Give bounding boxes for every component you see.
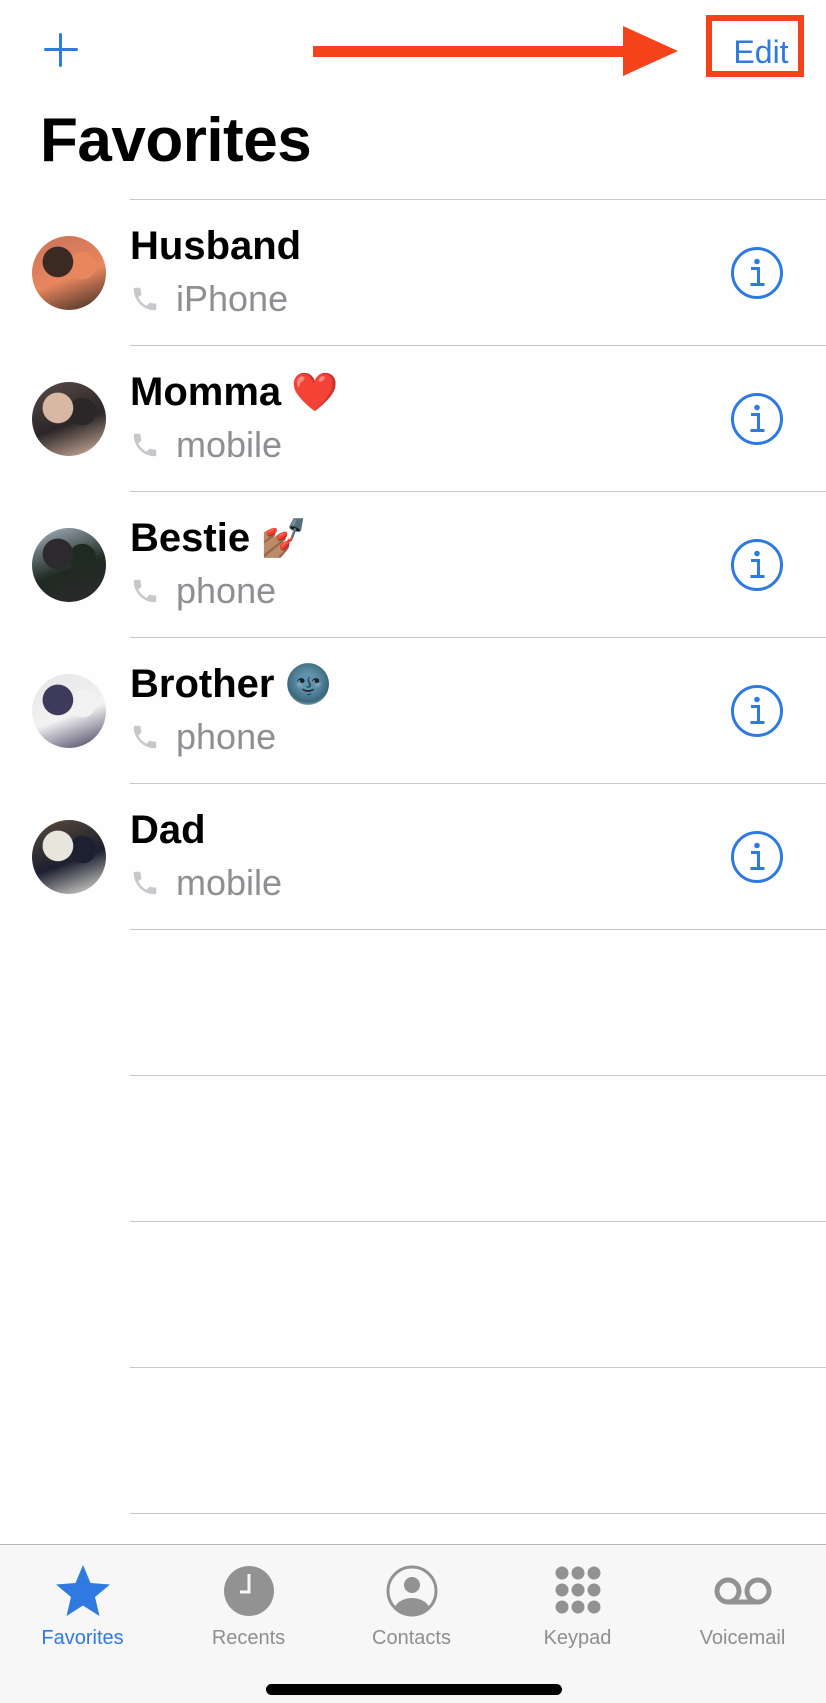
empty-row: [0, 930, 826, 1075]
annotation-arrow: [313, 26, 678, 76]
add-favorite-button[interactable]: [44, 33, 78, 67]
voicemail-icon: [713, 1561, 773, 1621]
home-indicator[interactable]: [266, 1684, 562, 1695]
contact-phone-label: mobile: [130, 424, 282, 466]
avatar: [32, 382, 106, 456]
favorite-row[interactable]: Momma ❤️ mobile: [0, 346, 826, 491]
contact-name: Bestie 💅🏽: [130, 516, 307, 561]
avatar: [32, 674, 106, 748]
tab-label: Recents: [211, 1627, 286, 1649]
edit-button[interactable]: Edit: [706, 15, 816, 89]
name-emoji: 🌚: [284, 664, 332, 706]
keypad-icon: [548, 1561, 608, 1621]
contact-icon: [382, 1561, 442, 1621]
contact-name-text: Husband: [130, 224, 302, 268]
favorite-row[interactable]: Brother 🌚 phone: [0, 638, 826, 783]
tab-label: Voicemail: [699, 1627, 786, 1649]
name-emoji: ❤️: [291, 372, 339, 414]
favorite-row[interactable]: Dad mobile: [0, 784, 826, 929]
tab-contacts[interactable]: Contacts: [329, 1553, 494, 1653]
phone-icon: [133, 433, 157, 457]
phone-icon: [133, 287, 157, 311]
tab-label: Favorites: [41, 1627, 124, 1649]
avatar: [32, 236, 106, 310]
contact-phone-label: iPhone: [130, 278, 288, 320]
empty-row: [0, 1368, 826, 1513]
tab-recents[interactable]: Recents: [166, 1553, 331, 1653]
clock-icon: [219, 1561, 279, 1621]
tab-voicemail[interactable]: Voicemail: [660, 1553, 825, 1653]
info-button[interactable]: [729, 829, 785, 885]
avatar: [32, 820, 106, 894]
phone-icon: [133, 725, 157, 749]
name-emoji: 💅🏽: [260, 518, 308, 560]
contact-name-text: Dad: [130, 808, 206, 852]
contact-name-text: Brother: [130, 662, 275, 706]
tab-bar: Favorites Recents Contacts Keypad Voicem…: [0, 1544, 826, 1703]
contact-name: Dad: [130, 808, 206, 853]
row-divider: [130, 1513, 826, 1514]
avatar: [32, 528, 106, 602]
info-button[interactable]: [729, 391, 785, 447]
star-icon: [53, 1561, 113, 1621]
phone-icon: [133, 579, 157, 603]
contact-phone-label: phone: [130, 716, 276, 758]
contact-name: Brother 🌚: [130, 662, 332, 707]
favorite-row[interactable]: Bestie 💅🏽 phone: [0, 492, 826, 637]
info-button[interactable]: [729, 537, 785, 593]
page-title: Favorites: [40, 106, 312, 175]
phone-icon: [133, 871, 157, 895]
contact-phone-label: phone: [130, 570, 276, 612]
navigation-bar: Edit: [0, 0, 826, 100]
tab-label: Contacts: [372, 1627, 451, 1649]
info-button[interactable]: [729, 683, 785, 739]
tab-keypad[interactable]: Keypad: [495, 1553, 660, 1653]
tab-label: Keypad: [543, 1627, 612, 1649]
contact-name: Momma ❤️: [130, 370, 338, 415]
favorites-list: Husband iPhone Momma❤️ mobile Bestie💅🏽: [0, 199, 826, 1514]
empty-row: [0, 1222, 826, 1367]
empty-row: [0, 1076, 826, 1221]
contact-phone-label: mobile: [130, 862, 282, 904]
contact-name-text: Bestie: [130, 516, 251, 560]
contact-name-text: Momma: [130, 370, 282, 414]
info-button[interactable]: [729, 245, 785, 301]
favorite-row[interactable]: Husband iPhone: [0, 200, 826, 345]
contact-name: Husband: [130, 224, 301, 269]
tab-favorites[interactable]: Favorites: [0, 1553, 165, 1653]
